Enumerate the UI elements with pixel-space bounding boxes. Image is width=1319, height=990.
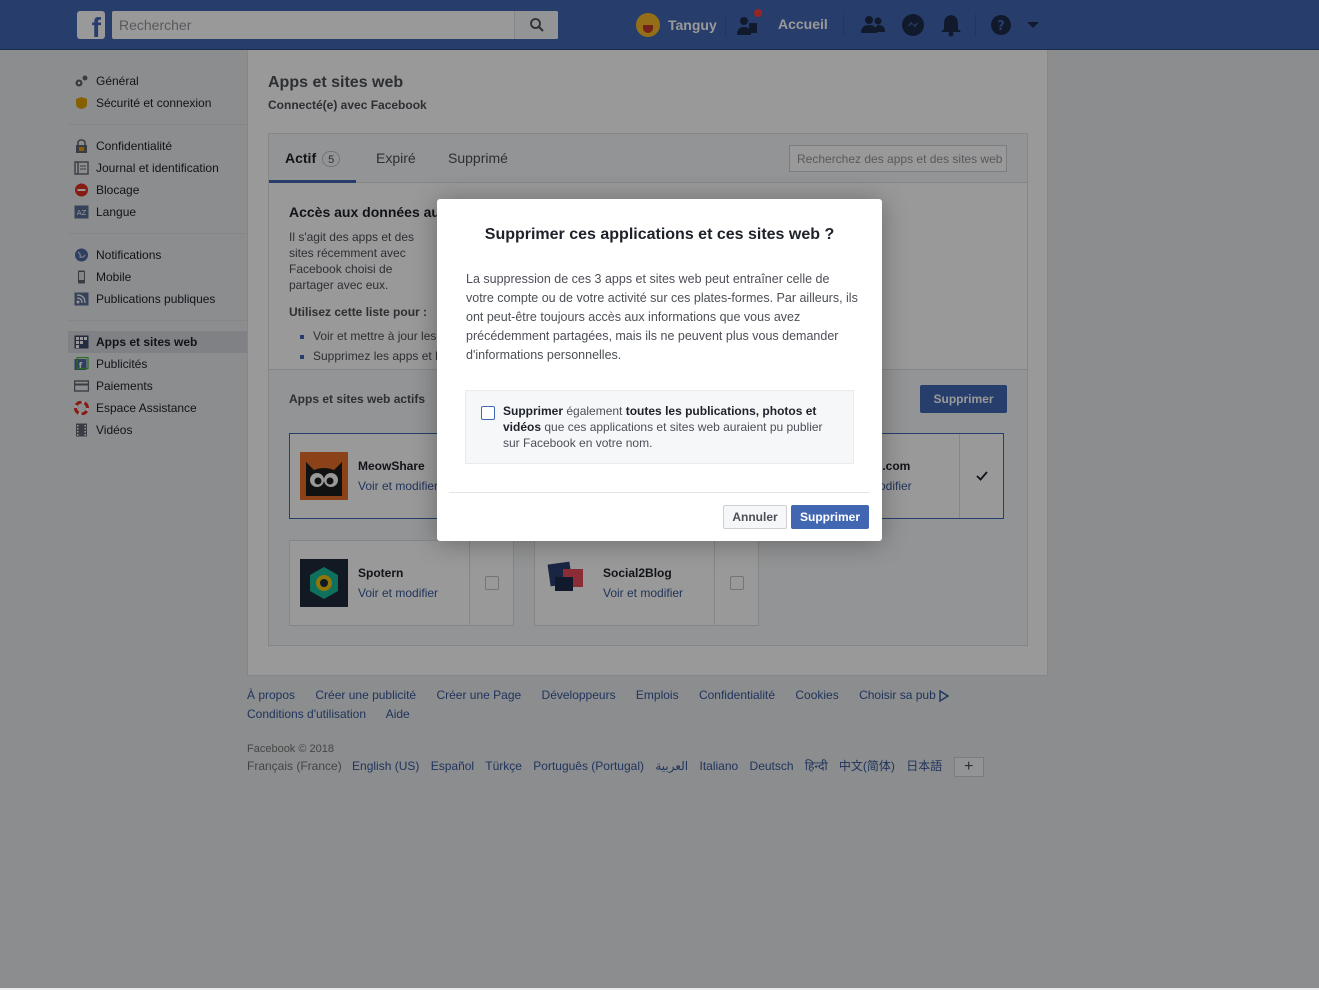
option-text: également [563, 404, 626, 418]
dialog-title: Supprimer ces applications et ces sites … [484, 226, 835, 243]
option-text-bold: Supprimer [503, 404, 564, 418]
delete-posts-option: Supprimer également toutes les publicati… [465, 390, 854, 464]
option-text: que ces applications et sites web auraie… [503, 420, 823, 450]
dialog-body: La suppression de ces 3 apps et sites we… [466, 272, 858, 362]
delete-posts-label[interactable]: Supprimer également toutes les publicati… [503, 403, 833, 451]
delete-posts-checkbox[interactable] [481, 406, 495, 420]
remove-apps-dialog: Supprimer ces applications et ces sites … [437, 199, 882, 541]
cancel-button[interactable]: Annuler [723, 505, 787, 529]
dialog-divider [449, 492, 870, 493]
confirm-remove-button[interactable]: Supprimer [791, 505, 869, 529]
